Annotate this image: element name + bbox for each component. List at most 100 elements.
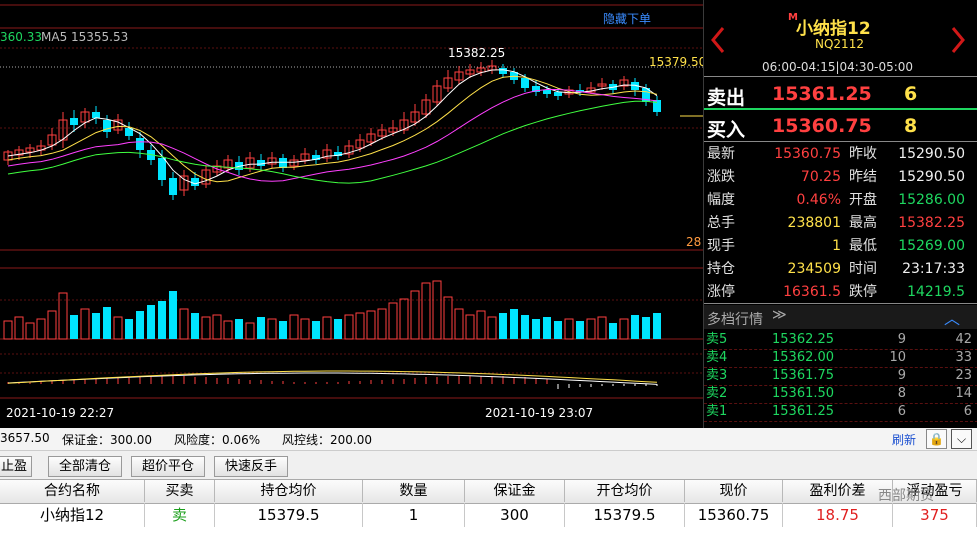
column-header[interactable]: 盈利价差 xyxy=(783,480,893,502)
ask-row[interactable]: 卖出 15361.25 6 xyxy=(704,79,977,109)
volume-bar xyxy=(267,318,277,340)
volume-bar xyxy=(377,308,387,340)
depth-price: 15361.50 xyxy=(772,386,835,401)
ask-qty: 6 xyxy=(904,83,918,105)
volume-bar xyxy=(576,321,584,339)
ask-label: 卖出 xyxy=(707,87,746,109)
volume-bar xyxy=(642,317,650,339)
volume-bar xyxy=(334,319,342,339)
bid-row[interactable]: 买入 15360.75 8 xyxy=(704,111,977,141)
volume-bar xyxy=(125,319,133,339)
volume-bar xyxy=(179,308,189,340)
volume-bar xyxy=(465,314,475,340)
volume-bar xyxy=(3,320,13,340)
volume-bar xyxy=(344,314,354,340)
lock-icon[interactable]: 🔒 xyxy=(926,429,947,449)
column-header[interactable]: 数量 xyxy=(363,480,465,502)
bid-qty: 8 xyxy=(904,115,918,137)
volume-bar xyxy=(653,313,661,339)
depth-header[interactable]: 多档行情 ≫ ︿ xyxy=(704,305,977,329)
time-label-left: 2021-10-19 22:27 xyxy=(6,406,115,420)
prev-contract-icon[interactable] xyxy=(710,26,726,54)
cell-price: 15360.75 xyxy=(685,503,783,527)
stat-value: 15382.25 xyxy=(898,215,965,231)
double-chevron-down-icon[interactable]: ≫ xyxy=(772,307,787,323)
depth-qty: 8 xyxy=(897,386,906,401)
volume-bar xyxy=(300,318,310,340)
trading-session: 06:00-04:15|04:30-05:00 xyxy=(762,60,914,74)
trading-panel: 3657.50 保证金：300.00 风险度：0.06% 风控线：200.00 … xyxy=(0,428,977,533)
divider xyxy=(704,303,977,304)
stat-value: 238801 xyxy=(787,215,841,231)
volume-bar xyxy=(103,307,111,339)
stat-value: 16361.5 xyxy=(783,284,841,300)
depth-volume: 6 xyxy=(963,404,972,419)
volume-bar xyxy=(136,311,144,339)
volume-bar xyxy=(47,310,57,340)
volume-bar xyxy=(25,322,35,340)
volume-bar xyxy=(410,290,420,340)
over-price-close-button[interactable]: 超价平仓 xyxy=(131,456,205,477)
bid-price: 15360.75 xyxy=(772,115,872,137)
depth-label: 卖5 xyxy=(706,332,728,347)
stat-value: 15360.75 xyxy=(774,146,841,162)
column-header[interactable]: 持仓均价 xyxy=(215,480,363,502)
divider xyxy=(704,76,977,77)
quote-stat-row: 总手 238801 最高 15382.25 xyxy=(704,212,977,235)
cell-side: 卖 xyxy=(145,503,215,527)
contract-title: 小纳指12 xyxy=(796,19,871,39)
depth-level-row[interactable]: 卖3 15361.75 9 23 xyxy=(704,367,977,386)
volume-bar xyxy=(169,291,177,339)
volume-bar xyxy=(564,318,574,340)
volume-bar xyxy=(454,308,464,340)
stat-label: 涨跌 xyxy=(707,169,735,185)
candle-body-down xyxy=(521,78,529,88)
depth-level-row[interactable]: 卖5 15362.25 9 42 xyxy=(704,331,977,350)
candle-body-down xyxy=(169,178,177,195)
depth-level-row[interactable]: 卖1 15361.25 6 6 xyxy=(704,403,977,422)
depth-volume: 33 xyxy=(955,350,972,365)
quote-stat-row: 涨停 16361.5 跌停 14219.5 xyxy=(704,281,977,304)
candle-body-down xyxy=(554,92,562,96)
close-all-button[interactable]: 全部清仓 xyxy=(48,456,122,477)
column-header[interactable]: 保证金 xyxy=(465,480,565,502)
collapse-chevron-up-icon[interactable]: ︿ xyxy=(944,305,960,329)
depth-level-row[interactable]: 卖4 15362.00 10 33 xyxy=(704,349,977,368)
account-risk-control: 风控线：200.00 xyxy=(282,433,372,447)
cell-pnl: 375 xyxy=(893,503,977,527)
refresh-link[interactable]: 刷新 xyxy=(892,431,916,448)
depth-volume: 42 xyxy=(955,332,972,347)
volume-bar xyxy=(499,313,507,339)
volume-bar xyxy=(312,321,320,339)
volume-bar xyxy=(421,282,431,340)
column-header[interactable]: 开仓均价 xyxy=(565,480,685,502)
stat-label: 昨结 xyxy=(849,169,877,185)
kline-chart-area[interactable]: 360.33 MA5 15355.53 隐藏下单 15382.25 15379.… xyxy=(0,0,707,428)
depth-qty: 6 xyxy=(897,404,906,419)
volume-bar xyxy=(113,316,123,340)
depth-volume: 14 xyxy=(955,386,972,401)
stat-value: 14219.5 xyxy=(907,284,965,300)
depth-level-row[interactable]: 卖2 15361.50 8 14 xyxy=(704,385,977,404)
column-header[interactable]: 合约名称 xyxy=(0,480,145,502)
volume-bar xyxy=(235,319,243,339)
volume-bar xyxy=(322,316,332,340)
next-contract-icon[interactable] xyxy=(950,26,966,54)
stat-label: 涨停 xyxy=(707,284,735,300)
volume-bar xyxy=(631,315,639,339)
stat-label: 现手 xyxy=(707,238,735,254)
contract-code: NQ2112 xyxy=(815,37,864,51)
price-line-label: 15379.50 xyxy=(649,55,707,69)
volume-bar xyxy=(279,321,287,339)
take-profit-button[interactable]: 止盈 xyxy=(0,456,32,477)
quick-reverse-button[interactable]: 快速反手 xyxy=(214,456,288,477)
hide-order-link[interactable]: 隐藏下单 xyxy=(603,10,651,27)
stat-value: 23:17:33 xyxy=(902,261,965,277)
volume-bar xyxy=(147,305,155,339)
stat-value: 0.46% xyxy=(796,192,841,208)
column-header[interactable]: 买卖 xyxy=(145,480,215,502)
depth-label: 卖2 xyxy=(706,386,728,401)
dropdown-icon[interactable]: ⌵ xyxy=(951,429,972,449)
candle-body-down xyxy=(543,90,551,94)
column-header[interactable]: 现价 xyxy=(685,480,783,502)
